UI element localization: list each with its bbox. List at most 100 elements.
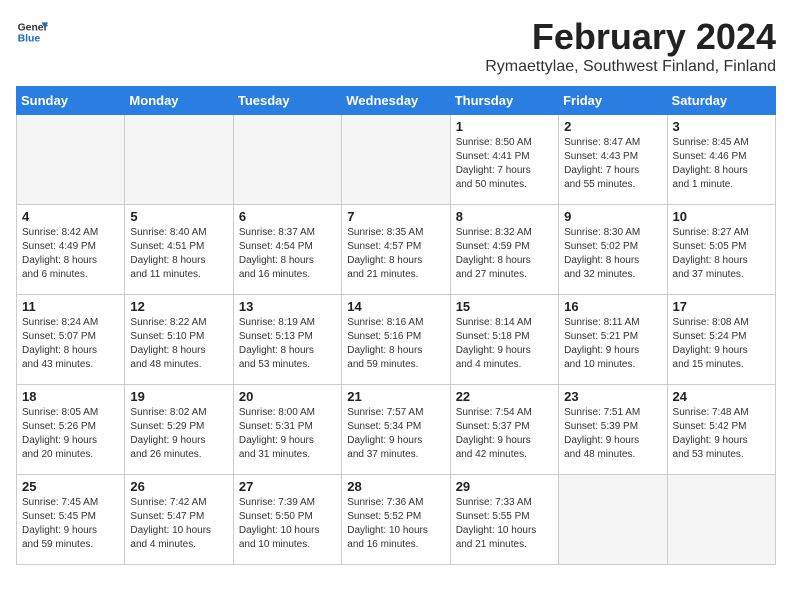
- day-info: Sunrise: 8:24 AMSunset: 5:07 PMDaylight:…: [22, 316, 119, 372]
- calendar-cell: 16 Sunrise: 8:11 AMSunset: 5:21 PMDayligh…: [559, 295, 667, 385]
- calendar-cell: 27Sunrise: 7:39 AMSunset: 5:50 PMDayligh…: [233, 475, 341, 565]
- day-info: Sunrise: 8:35 AMSunset: 4:57 PMDaylight:…: [347, 226, 444, 282]
- day-number: 4: [22, 209, 119, 224]
- calendar-cell: 23 Sunrise: 7:51 AMSunset: 5:39 PMDayligh…: [559, 385, 667, 475]
- day-info: Sunrise: 7:51 AMSunset: 5:39 PMDaylight:…: [564, 406, 661, 462]
- weekday-header-friday: Friday: [559, 87, 667, 115]
- day-info: Sunrise: 8:11 AMSunset: 5:21 PMDaylight:…: [564, 316, 661, 372]
- day-number: 24: [673, 389, 770, 404]
- title-area: February 2024 Rymaettylae, Southwest Fin…: [485, 16, 776, 76]
- day-number: 15: [456, 299, 553, 314]
- day-info: Sunrise: 7:45 AMSunset: 5:45 PMDaylight:…: [22, 496, 119, 552]
- calendar-cell: 26 Sunrise: 7:42 AMSunset: 5:47 PMDayligh…: [125, 475, 233, 565]
- calendar-cell: [17, 115, 125, 205]
- day-number: 29: [456, 479, 553, 494]
- day-info: Sunrise: 7:54 AMSunset: 5:37 PMDaylight:…: [456, 406, 553, 462]
- week-row-4: 25 Sunrise: 7:45 AMSunset: 5:45 PMDayligh…: [17, 475, 776, 565]
- day-info: Sunrise: 8:00 AMSunset: 5:31 PMDaylight:…: [239, 406, 336, 462]
- calendar-cell: 8Sunrise: 8:32 AMSunset: 4:59 PMDaylight…: [450, 205, 558, 295]
- calendar-cell: 28 Sunrise: 7:36 AMSunset: 5:52 PMDayligh…: [342, 475, 450, 565]
- calendar-cell: [667, 475, 775, 565]
- day-info: Sunrise: 8:30 AMSunset: 5:02 PMDaylight:…: [564, 226, 661, 282]
- logo-icon: General Blue: [16, 16, 48, 48]
- day-info: Sunrise: 7:48 AMSunset: 5:42 PMDaylight:…: [673, 406, 770, 462]
- day-number: 6: [239, 209, 336, 224]
- location: Rymaettylae, Southwest Finland, Finland: [485, 58, 776, 76]
- calendar-cell: 3 Sunrise: 8:45 AMSunset: 4:46 PMDaylight…: [667, 115, 775, 205]
- calendar-cell: 29 Sunrise: 7:33 AMSunset: 5:55 PMDayligh…: [450, 475, 558, 565]
- day-number: 10: [673, 209, 770, 224]
- day-number: 14: [347, 299, 444, 314]
- day-info: Sunrise: 7:39 AMSunset: 5:50 PMDaylight:…: [239, 496, 336, 552]
- day-number: 23: [564, 389, 661, 404]
- day-number: 9: [564, 209, 661, 224]
- calendar-cell: [559, 475, 667, 565]
- day-number: 13: [239, 299, 336, 314]
- week-row-0: 1 Sunrise: 8:50 AMSunset: 4:41 PMDaylight…: [17, 115, 776, 205]
- calendar-cell: 7Sunrise: 8:35 AMSunset: 4:57 PMDaylight…: [342, 205, 450, 295]
- weekday-header-row: SundayMondayTuesdayWednesdayThursdayFrid…: [17, 87, 776, 115]
- day-number: 12: [130, 299, 227, 314]
- day-number: 21: [347, 389, 444, 404]
- logo: General Blue: [16, 16, 48, 48]
- calendar-cell: 2 Sunrise: 8:47 AMSunset: 4:43 PMDaylight…: [559, 115, 667, 205]
- calendar-cell: 13 Sunrise: 8:19 AMSunset: 5:13 PMDayligh…: [233, 295, 341, 385]
- week-row-3: 18 Sunrise: 8:05 AMSunset: 5:26 PMDayligh…: [17, 385, 776, 475]
- day-number: 11: [22, 299, 119, 314]
- calendar-cell: 17 Sunrise: 8:08 AMSunset: 5:24 PMDayligh…: [667, 295, 775, 385]
- day-info: Sunrise: 7:57 AMSunset: 5:34 PMDaylight:…: [347, 406, 444, 462]
- day-number: 19: [130, 389, 227, 404]
- weekday-header-saturday: Saturday: [667, 87, 775, 115]
- day-number: 22: [456, 389, 553, 404]
- week-row-1: 4 Sunrise: 8:42 AMSunset: 4:49 PMDaylight…: [17, 205, 776, 295]
- day-number: 3: [673, 119, 770, 134]
- calendar-cell: 4 Sunrise: 8:42 AMSunset: 4:49 PMDaylight…: [17, 205, 125, 295]
- calendar-cell: 21 Sunrise: 7:57 AMSunset: 5:34 PMDayligh…: [342, 385, 450, 475]
- day-info: Sunrise: 8:16 AMSunset: 5:16 PMDaylight:…: [347, 316, 444, 372]
- calendar-cell: 14 Sunrise: 8:16 AMSunset: 5:16 PMDayligh…: [342, 295, 450, 385]
- day-info: Sunrise: 8:40 AMSunset: 4:51 PMDaylight:…: [130, 226, 227, 282]
- day-info: Sunrise: 8:32 AMSunset: 4:59 PMDaylight:…: [456, 226, 553, 282]
- weekday-header-wednesday: Wednesday: [342, 87, 450, 115]
- day-number: 28: [347, 479, 444, 494]
- day-number: 25: [22, 479, 119, 494]
- calendar-cell: [342, 115, 450, 205]
- day-info: Sunrise: 8:05 AMSunset: 5:26 PMDaylight:…: [22, 406, 119, 462]
- calendar-cell: 25 Sunrise: 7:45 AMSunset: 5:45 PMDayligh…: [17, 475, 125, 565]
- day-number: 26: [130, 479, 227, 494]
- day-info: Sunrise: 8:02 AMSunset: 5:29 PMDaylight:…: [130, 406, 227, 462]
- calendar-cell: 12Sunrise: 8:22 AMSunset: 5:10 PMDayligh…: [125, 295, 233, 385]
- calendar-cell: [233, 115, 341, 205]
- day-info: Sunrise: 8:19 AMSunset: 5:13 PMDaylight:…: [239, 316, 336, 372]
- calendar-cell: 19 Sunrise: 8:02 AMSunset: 5:29 PMDayligh…: [125, 385, 233, 475]
- month-year: February 2024: [485, 16, 776, 58]
- day-number: 20: [239, 389, 336, 404]
- day-number: 2: [564, 119, 661, 134]
- weekday-header-tuesday: Tuesday: [233, 87, 341, 115]
- day-number: 1: [456, 119, 553, 134]
- day-number: 17: [673, 299, 770, 314]
- day-info: Sunrise: 7:36 AMSunset: 5:52 PMDaylight:…: [347, 496, 444, 552]
- day-info: Sunrise: 8:27 AMSunset: 5:05 PMDaylight:…: [673, 226, 770, 282]
- week-row-2: 11 Sunrise: 8:24 AMSunset: 5:07 PMDayligh…: [17, 295, 776, 385]
- weekday-header-sunday: Sunday: [17, 87, 125, 115]
- svg-text:Blue: Blue: [18, 34, 41, 45]
- day-number: 16: [564, 299, 661, 314]
- calendar-cell: 1 Sunrise: 8:50 AMSunset: 4:41 PMDaylight…: [450, 115, 558, 205]
- calendar-cell: 9 Sunrise: 8:30 AMSunset: 5:02 PMDaylight…: [559, 205, 667, 295]
- day-info: Sunrise: 7:33 AMSunset: 5:55 PMDaylight:…: [456, 496, 553, 552]
- calendar-cell: 20 Sunrise: 8:00 AMSunset: 5:31 PMDayligh…: [233, 385, 341, 475]
- calendar: SundayMondayTuesdayWednesdayThursdayFrid…: [16, 86, 776, 565]
- day-number: 18: [22, 389, 119, 404]
- calendar-cell: 6Sunrise: 8:37 AMSunset: 4:54 PMDaylight…: [233, 205, 341, 295]
- weekday-header-monday: Monday: [125, 87, 233, 115]
- day-info: Sunrise: 7:42 AMSunset: 5:47 PMDaylight:…: [130, 496, 227, 552]
- calendar-cell: 10 Sunrise: 8:27 AMSunset: 5:05 PMDayligh…: [667, 205, 775, 295]
- day-info: Sunrise: 8:42 AMSunset: 4:49 PMDaylight:…: [22, 226, 119, 282]
- day-info: Sunrise: 8:47 AMSunset: 4:43 PMDaylight:…: [564, 136, 661, 192]
- day-info: Sunrise: 8:45 AMSunset: 4:46 PMDaylight:…: [673, 136, 770, 192]
- day-info: Sunrise: 8:50 AMSunset: 4:41 PMDaylight:…: [456, 136, 553, 192]
- day-info: Sunrise: 8:08 AMSunset: 5:24 PMDaylight:…: [673, 316, 770, 372]
- calendar-cell: [125, 115, 233, 205]
- calendar-cell: 22 Sunrise: 7:54 AMSunset: 5:37 PMDayligh…: [450, 385, 558, 475]
